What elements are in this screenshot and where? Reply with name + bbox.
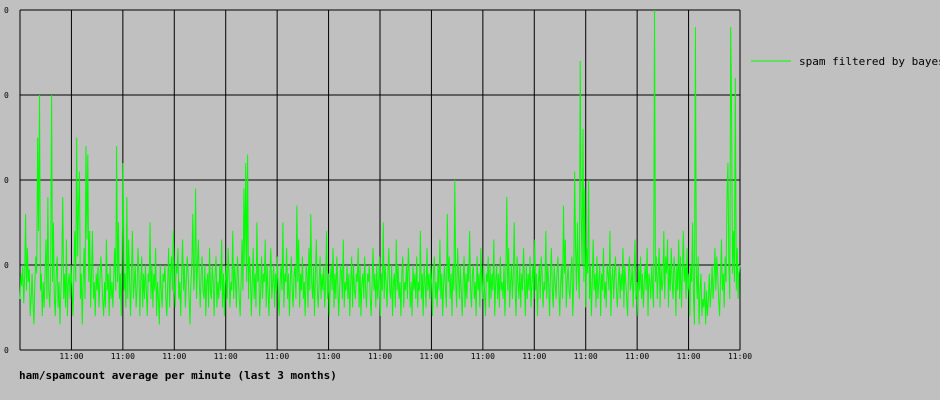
x-tick-label: 11:00	[625, 352, 649, 361]
x-tick-label: 11:00	[574, 352, 598, 361]
legend: spam filtered by bayes	[751, 55, 940, 68]
x-tick-label: 11:00	[214, 352, 238, 361]
x-tick-label: 11:00	[265, 352, 289, 361]
x-axis-ticks: 11:00 11:00 11:00 11:00 11:00 11:00 11:00 11:00…	[59, 352, 752, 361]
y-tick-label: 0	[4, 346, 9, 355]
y-axis-ticks: 0 0 0 0 0	[4, 6, 9, 355]
y-tick-label: 0	[4, 176, 9, 185]
x-tick-label: 11:00	[471, 352, 495, 361]
y-tick-label: 0	[4, 261, 9, 270]
x-tick-label: 11:00	[728, 352, 752, 361]
x-tick-label: 11:00	[162, 352, 186, 361]
x-tick-label: 11:00	[522, 352, 546, 361]
y-tick-label: 0	[4, 6, 9, 15]
x-tick-label: 11:00	[368, 352, 392, 361]
x-tick-label: 11:00	[677, 352, 701, 361]
x-tick-label: 11:00	[59, 352, 83, 361]
chart-title: ham/spamcount average per minute (last 3…	[19, 369, 337, 382]
legend-label: spam filtered by bayes	[799, 55, 940, 68]
chart: 11:00 11:00 11:00 11:00 11:00 11:00 11:00 11:00…	[4, 6, 940, 361]
x-tick-label: 11:00	[111, 352, 135, 361]
x-tick-label: 11:00	[419, 352, 443, 361]
y-tick-label: 0	[4, 91, 9, 100]
x-tick-label: 11:00	[317, 352, 341, 361]
